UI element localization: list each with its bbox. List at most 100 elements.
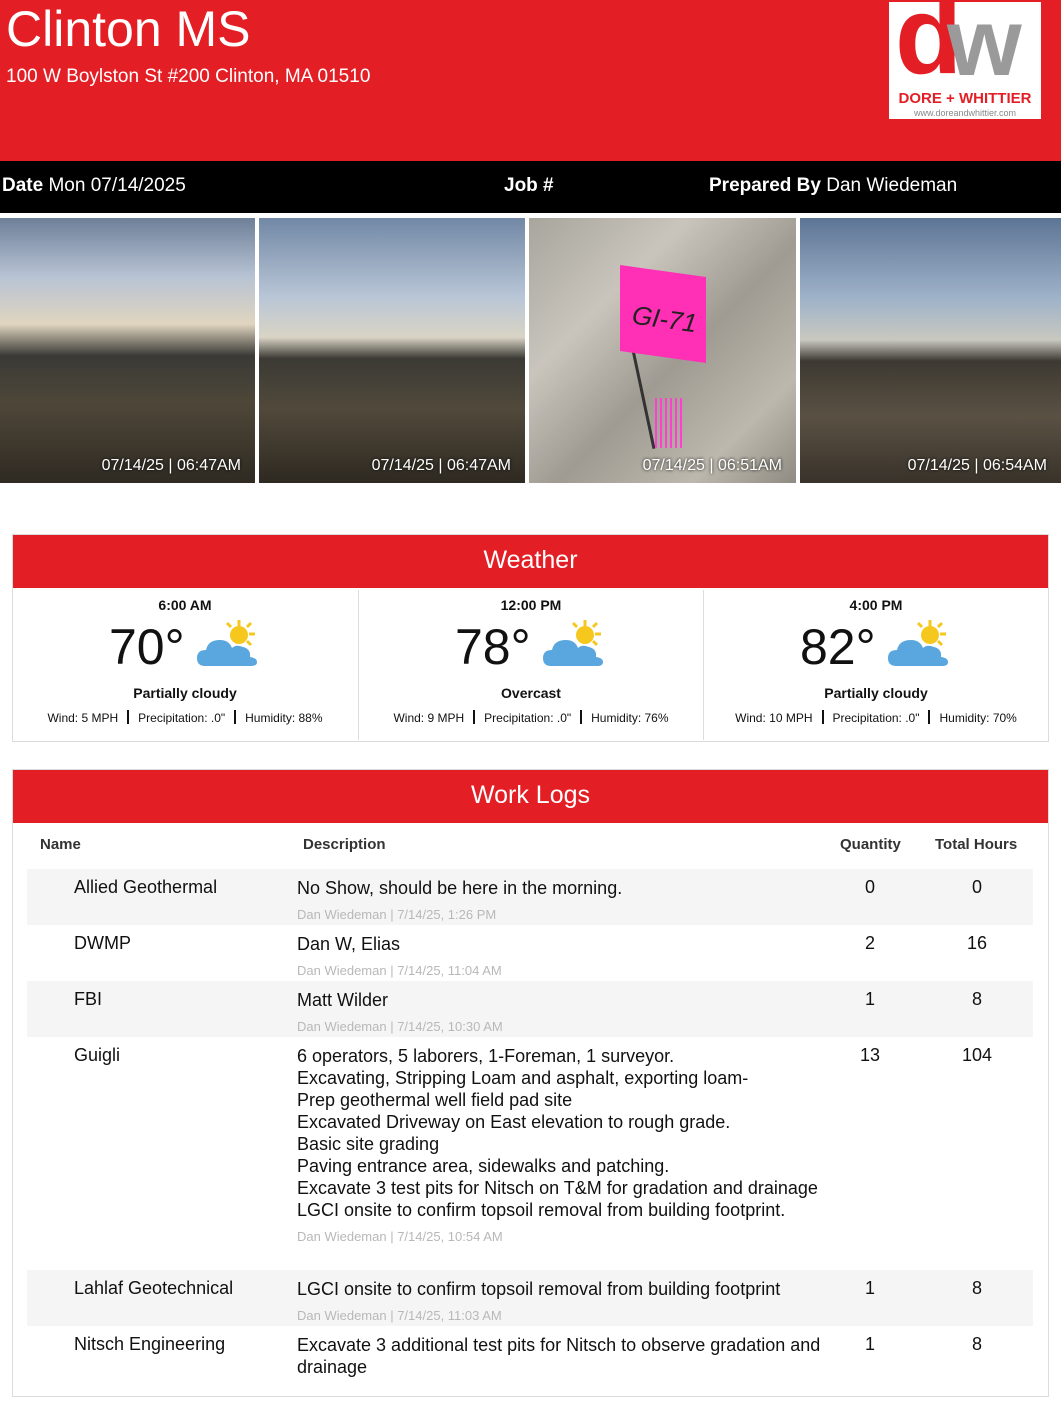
description-line: LGCI onsite to confirm topsoil removal f… <box>297 1279 781 1299</box>
row-hours: 8 <box>971 1334 982 1354</box>
work-logs-section: Work Logs Name Description Quantity Tota… <box>12 769 1049 1397</box>
row-quantity: 0 <box>864 877 875 897</box>
site-photo-2[interactable]: 07/14/25 | 06:47AM <box>259 218 525 483</box>
stat-divider <box>928 710 931 724</box>
stat-divider <box>234 710 237 724</box>
description-line: Excavate 3 test pits for Nitsch on T&M f… <box>297 1178 818 1198</box>
report-info-bar: Date Mon 07/14/2025 Job # Prepared By Da… <box>0 161 1061 213</box>
photo-timestamp: 07/14/25 | 06:54AM <box>907 457 1047 474</box>
site-photo-4[interactable]: 07/14/25 | 06:54AM <box>800 218 1061 483</box>
job-label: Job # <box>504 175 554 196</box>
weather-section: Weather 6:00 AM 70° Partially cloudy Win… <box>12 534 1049 742</box>
logo-url-text: www.doreandwhittier.com <box>913 108 1017 118</box>
prepared-by-label: Prepared By <box>709 175 821 196</box>
row-hours: 16 <box>966 933 988 953</box>
project-title: Clinton MS <box>6 1 251 57</box>
row-meta: Dan Wiedeman | 7/14/25, 11:03 AM <box>297 1308 502 1323</box>
row-name: Lahlaf Geotechnical <box>74 1278 234 1298</box>
logo-letter-w: w <box>947 2 1022 96</box>
description-line: Paving entrance area, sidewalks and patc… <box>297 1156 670 1176</box>
photo-timestamp: 07/14/25 | 06:47AM <box>101 457 241 474</box>
weather-slot: 6:00 AM 70° Partially cloudy Wind: 5 MPH… <box>13 590 357 740</box>
precipitation-value: Precipitation: .0" <box>138 711 226 725</box>
partly-cloudy-icon <box>543 620 603 666</box>
weather-temperature: 70° <box>109 619 185 675</box>
wind-value: Wind: 10 MPH <box>735 711 813 725</box>
precipitation-value: Precipitation: .0" <box>832 711 920 725</box>
weather-time: 6:00 AM <box>158 597 212 613</box>
date-value: Mon 07/14/2025 <box>48 175 186 196</box>
prepared-by-value: Dan Wiedeman <box>826 175 958 196</box>
column-header-name: Name <box>40 836 81 853</box>
row-meta: Dan Wiedeman | 7/14/25, 1:26 PM <box>297 907 497 922</box>
humidity-value: Humidity: 76% <box>591 711 669 725</box>
description-line: Prep geothermal well field pad site <box>297 1090 573 1110</box>
column-header-quantity: Quantity <box>840 836 901 853</box>
stat-divider <box>821 710 824 724</box>
weather-slot: 12:00 PM 78° Overcast Wind: 9 MPH Precipi… <box>358 590 703 740</box>
stat-divider <box>473 710 476 724</box>
row-description: Dan W, Elias Dan Wiedeman | 7/14/25, 11:… <box>297 933 827 982</box>
flag-tuft <box>655 398 685 448</box>
table-row[interactable]: Allied Geothermal No Show, should be her… <box>27 869 1033 925</box>
site-photo-1[interactable]: 07/14/25 | 06:47AM <box>0 218 255 483</box>
table-row[interactable]: DWMP Dan W, Elias Dan Wiedeman | 7/14/25… <box>27 925 1033 981</box>
row-name: Allied Geothermal <box>74 877 218 897</box>
weather-stats: Wind: 10 MPH Precipitation: .0" Humidity: … <box>704 710 1048 725</box>
row-description: No Show, should be here in the morning. … <box>297 877 827 926</box>
column-header-description: Description <box>303 836 386 853</box>
row-name: Guigli <box>74 1045 121 1065</box>
table-row[interactable]: Nitsch Engineering Excavate 3 additional… <box>27 1326 1033 1386</box>
weather-condition: Partially cloudy <box>133 685 237 701</box>
row-name: Nitsch Engineering <box>74 1334 226 1354</box>
row-quantity: 1 <box>864 1334 875 1354</box>
weather-header: Weather <box>13 535 1048 588</box>
table-row[interactable]: FBI Matt Wilder Dan Wiedeman | 7/14/25, … <box>27 981 1033 1037</box>
row-description: 6 operators, 5 laborers, 1-Foreman, 1 su… <box>297 1045 827 1248</box>
description-line: Dan W, Elias <box>297 934 401 954</box>
row-description: LGCI onsite to confirm topsoil removal f… <box>297 1278 827 1327</box>
row-quantity: 1 <box>864 1278 875 1298</box>
wind-value: Wind: 5 MPH <box>47 711 119 725</box>
table-row[interactable]: Lahlaf Geotechnical LGCI onsite to confi… <box>27 1270 1033 1326</box>
row-name: FBI <box>74 989 103 1009</box>
row-hours: 0 <box>971 877 982 897</box>
description-line: Excavating, Stripping Loam and asphalt, … <box>297 1068 749 1088</box>
company-logo: d w DORE + WHITTIER www.doreandwhittier.… <box>889 2 1041 119</box>
stat-divider <box>127 710 130 724</box>
description-line: Matt Wilder <box>297 990 389 1010</box>
photo-timestamp: 07/14/25 | 06:51AM <box>642 457 782 474</box>
row-quantity: 13 <box>859 1045 881 1065</box>
row-meta: Dan Wiedeman | 7/14/25, 10:30 AM <box>297 1019 503 1034</box>
stat-divider <box>580 710 583 724</box>
logo-brand-text: DORE + WHITTIER <box>898 90 1032 107</box>
weather-temperature: 82° <box>800 619 876 675</box>
description-line: Excavate 3 additional test pits for Nits… <box>297 1335 821 1377</box>
description-line: LGCI onsite to confirm topsoil removal f… <box>297 1200 786 1220</box>
table-row[interactable]: Guigli 6 operators, 5 laborers, 1-Forema… <box>27 1037 1033 1270</box>
weather-stats: Wind: 5 MPH Precipitation: .0" Humidity: 8… <box>13 710 357 725</box>
weather-slot: 4:00 PM 82° Partially cloudy Wind: 10 MP… <box>703 590 1048 740</box>
description-line: 6 operators, 5 laborers, 1-Foreman, 1 su… <box>297 1046 675 1066</box>
humidity-value: Humidity: 88% <box>245 711 323 725</box>
job-info: Job # <box>504 175 554 197</box>
row-hours: 8 <box>971 1278 982 1298</box>
prepared-by-info: Prepared By Dan Wiedeman <box>709 175 957 197</box>
row-quantity: 2 <box>864 933 875 953</box>
row-meta: Dan Wiedeman | 7/14/25, 11:04 AM <box>297 963 502 978</box>
column-header-total-hours: Total Hours <box>935 836 1018 853</box>
project-address: 100 W Boylston St #200 Clinton, MA 01510 <box>6 66 371 87</box>
row-hours: 104 <box>961 1045 993 1065</box>
work-logs-header: Work Logs <box>13 770 1048 823</box>
weather-stats: Wind: 9 MPH Precipitation: .0" Humidity: 7… <box>359 710 703 725</box>
description-line: No Show, should be here in the morning. <box>297 878 623 898</box>
partly-cloudy-icon <box>197 620 257 666</box>
row-description: Excavate 3 additional test pits for Nits… <box>297 1334 827 1378</box>
row-hours: 8 <box>971 989 982 1009</box>
description-line: Basic site grading <box>297 1134 440 1154</box>
weather-time: 4:00 PM <box>849 597 903 613</box>
weather-time: 12:00 PM <box>500 597 562 613</box>
row-name: DWMP <box>74 933 131 953</box>
report-header: Clinton MS 100 W Boylston St #200 Clinto… <box>0 0 1061 161</box>
precipitation-value: Precipitation: .0" <box>484 711 572 725</box>
